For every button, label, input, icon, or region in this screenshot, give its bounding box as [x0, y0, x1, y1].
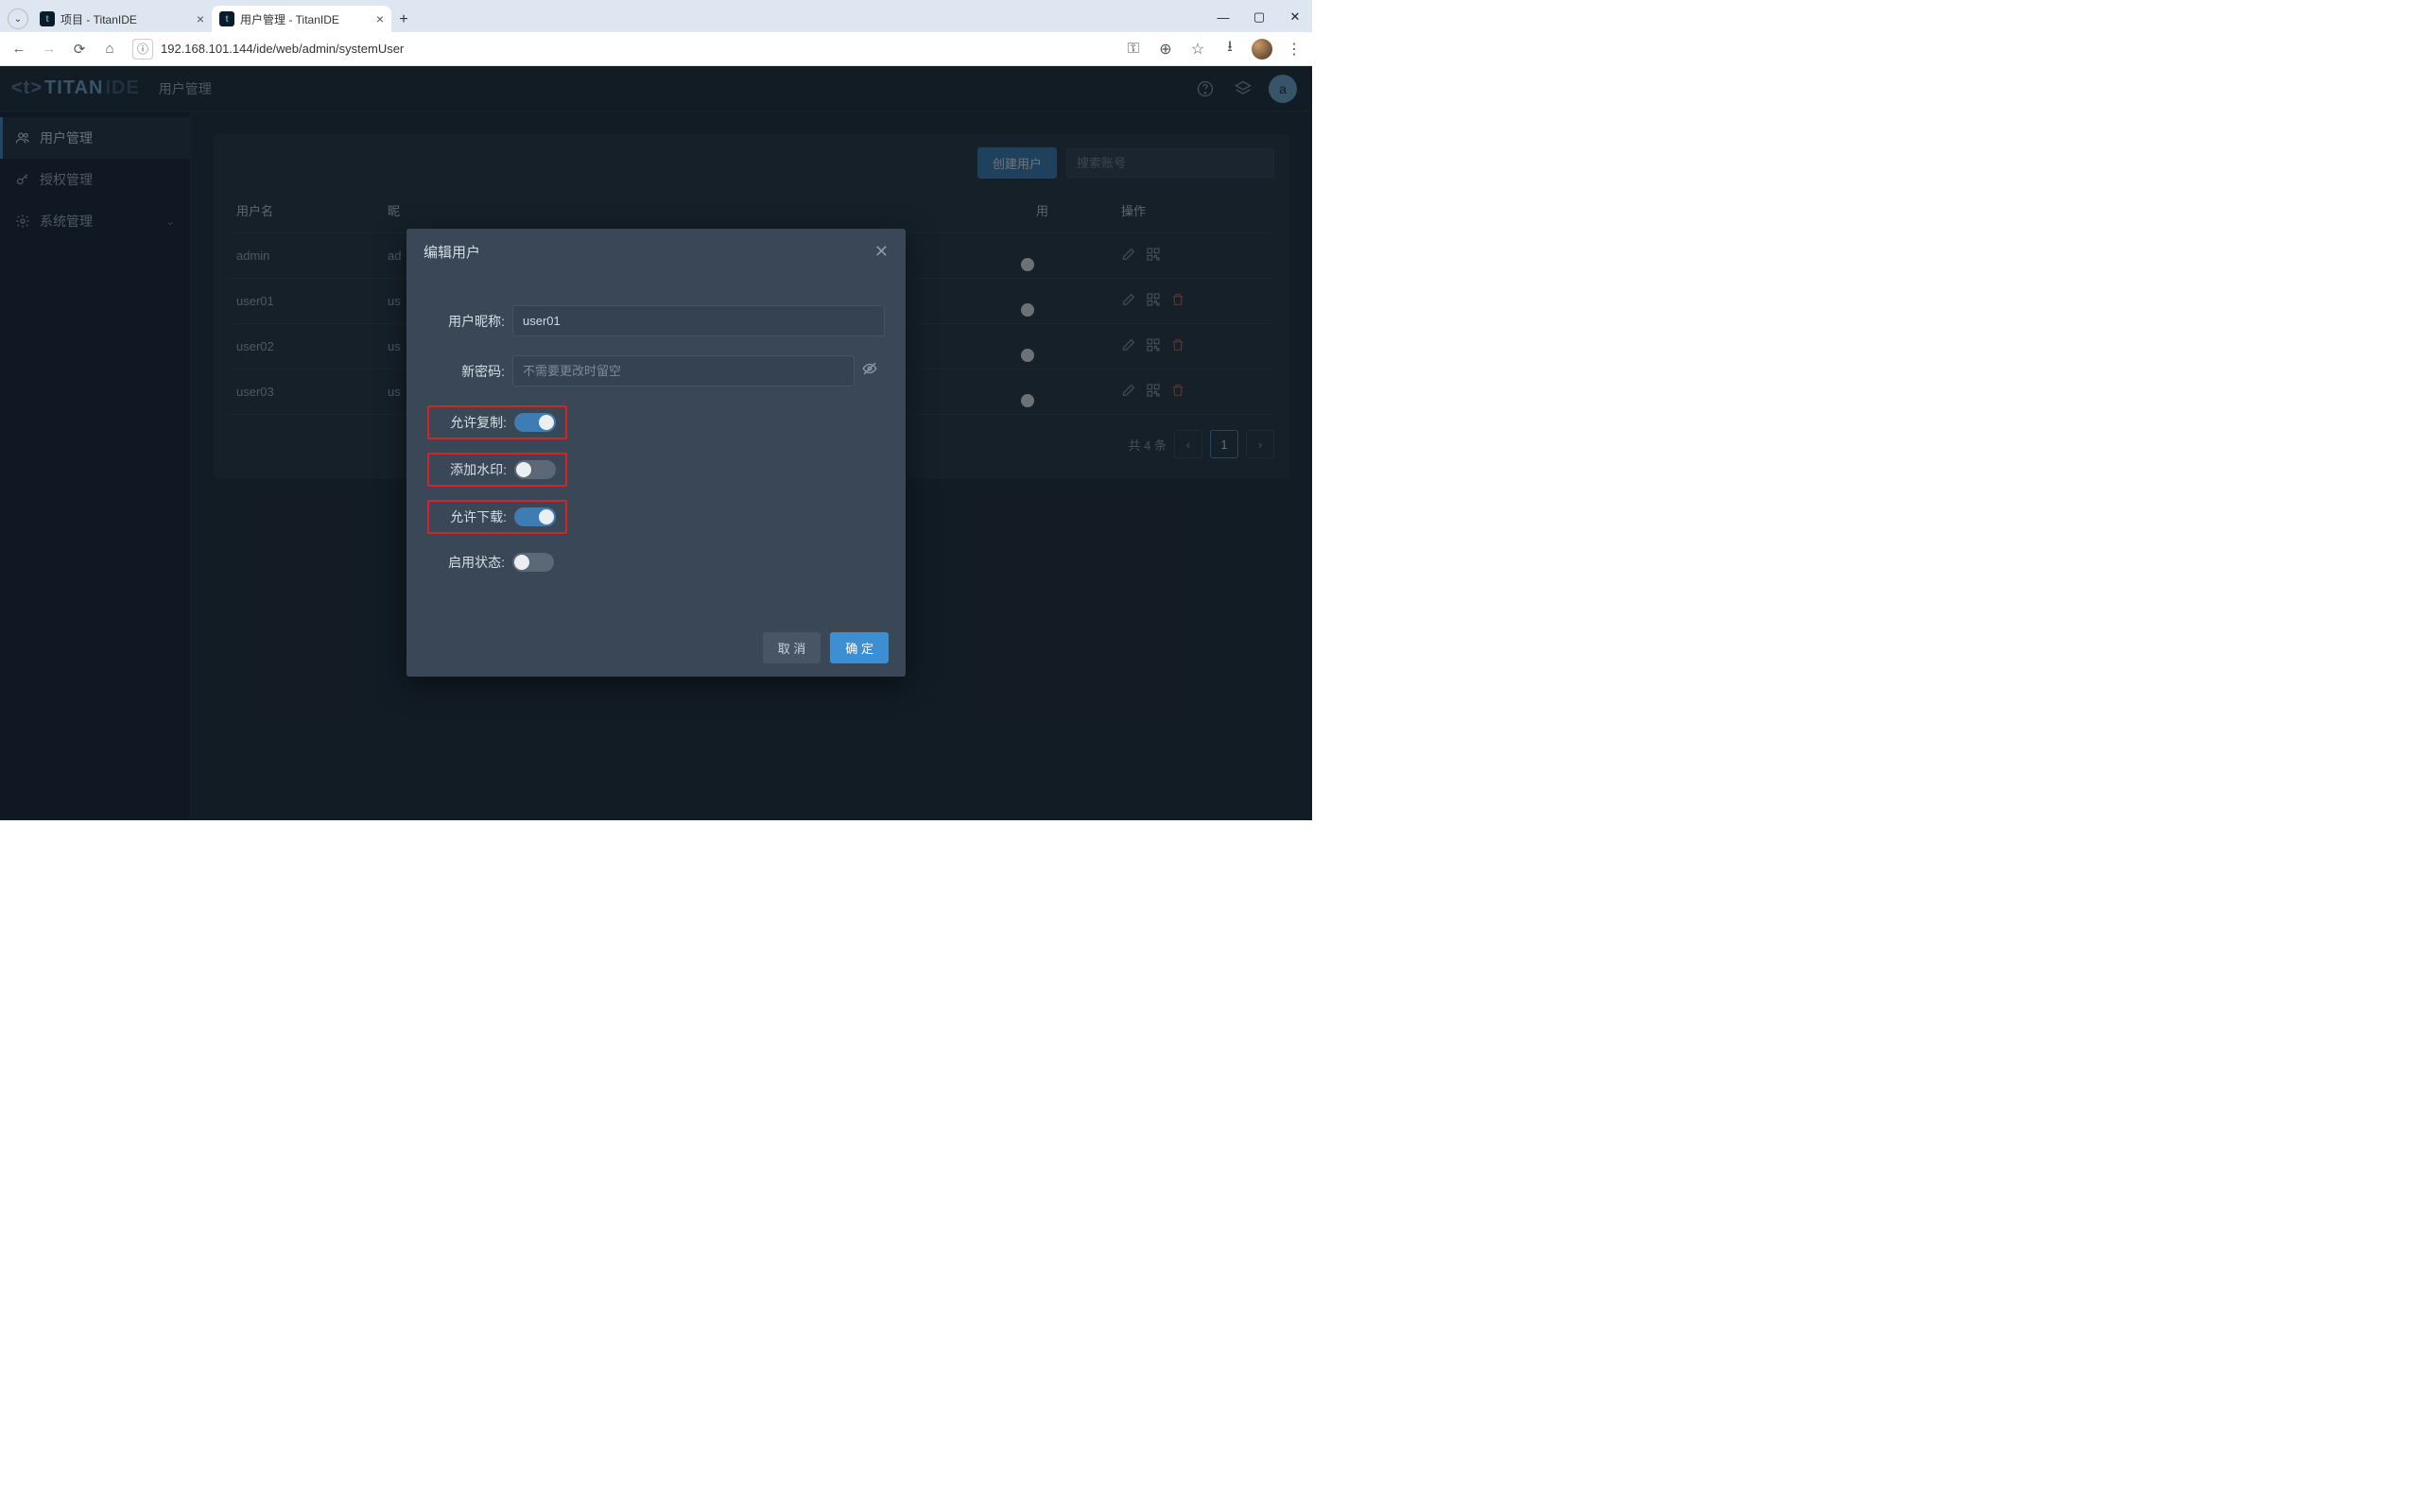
highlight-allow-download: 允许下载: [427, 500, 567, 534]
close-icon[interactable]: × [197, 11, 204, 26]
favicon-icon: t [219, 11, 234, 26]
browser-tab[interactable]: t 用户管理 - TitanIDE × [212, 6, 391, 32]
favicon-icon: t [40, 11, 55, 26]
dialog-close-icon[interactable]: ✕ [874, 242, 889, 262]
tab-search-dropdown[interactable]: ⌄ [8, 9, 28, 29]
home-icon[interactable]: ⌂ [98, 38, 121, 60]
password-label: 新密码: [427, 362, 505, 381]
tab-title: 项目 - TitanIDE [60, 11, 191, 27]
tab-title: 用户管理 - TitanIDE [240, 11, 371, 27]
bookmark-star-icon[interactable]: ☆ [1187, 39, 1208, 60]
forward-icon[interactable]: → [38, 38, 60, 60]
allow-copy-label: 允许复制: [439, 413, 507, 432]
password-input[interactable] [512, 355, 855, 387]
highlight-allow-copy: 允许复制: [427, 405, 567, 439]
edit-user-dialog: 编辑用户 ✕ 用户昵称: 新密码: 允许复制: [406, 229, 906, 677]
site-info-icon[interactable]: ⓘ [132, 39, 153, 60]
enabled-toggle[interactable] [512, 553, 554, 572]
nickname-label: 用户昵称: [427, 312, 505, 331]
reload-icon[interactable]: ⟳ [68, 38, 91, 60]
highlight-watermark: 添加水印: [427, 453, 567, 487]
enabled-label: 启用状态: [427, 553, 505, 572]
allow-download-toggle[interactable] [514, 507, 556, 526]
watermark-label: 添加水印: [439, 460, 507, 479]
close-icon[interactable]: × [376, 11, 384, 26]
cancel-button[interactable]: 取 消 [763, 632, 821, 663]
maximize-icon[interactable]: ▢ [1248, 6, 1270, 28]
watermark-toggle[interactable] [514, 460, 556, 479]
dialog-title: 编辑用户 [424, 242, 480, 262]
minimize-icon[interactable]: — [1212, 6, 1235, 28]
url-text[interactable]: 192.168.101.144/ide/web/admin/systemUser [161, 42, 404, 56]
eye-off-icon[interactable] [855, 360, 885, 382]
app-root: <t> TITANIDE 用户管理 a 用户管理 授权管理 [0, 66, 1312, 820]
ok-button[interactable]: 确 定 [830, 632, 889, 663]
zoom-icon[interactable]: ⊕ [1155, 39, 1176, 60]
downloads-icon[interactable]: ⭳ [1219, 39, 1240, 60]
back-icon[interactable]: ← [8, 38, 30, 60]
browser-tab[interactable]: t 项目 - TitanIDE × [32, 6, 212, 32]
kebab-menu-icon[interactable]: ⋮ [1284, 39, 1305, 60]
new-tab-button[interactable]: + [391, 8, 416, 32]
profile-avatar-icon[interactable] [1252, 39, 1272, 60]
allow-copy-toggle[interactable] [514, 413, 556, 432]
nickname-input[interactable] [512, 305, 885, 336]
browser-address-bar: ← → ⟳ ⌂ ⓘ 192.168.101.144/ide/web/admin/… [0, 32, 1312, 66]
password-key-icon[interactable]: ⚿ [1123, 39, 1144, 60]
browser-tab-strip: ⌄ t 项目 - TitanIDE × t 用户管理 - TitanIDE × … [0, 0, 1312, 32]
close-window-icon[interactable]: ✕ [1284, 6, 1306, 28]
allow-download-label: 允许下载: [439, 507, 507, 526]
